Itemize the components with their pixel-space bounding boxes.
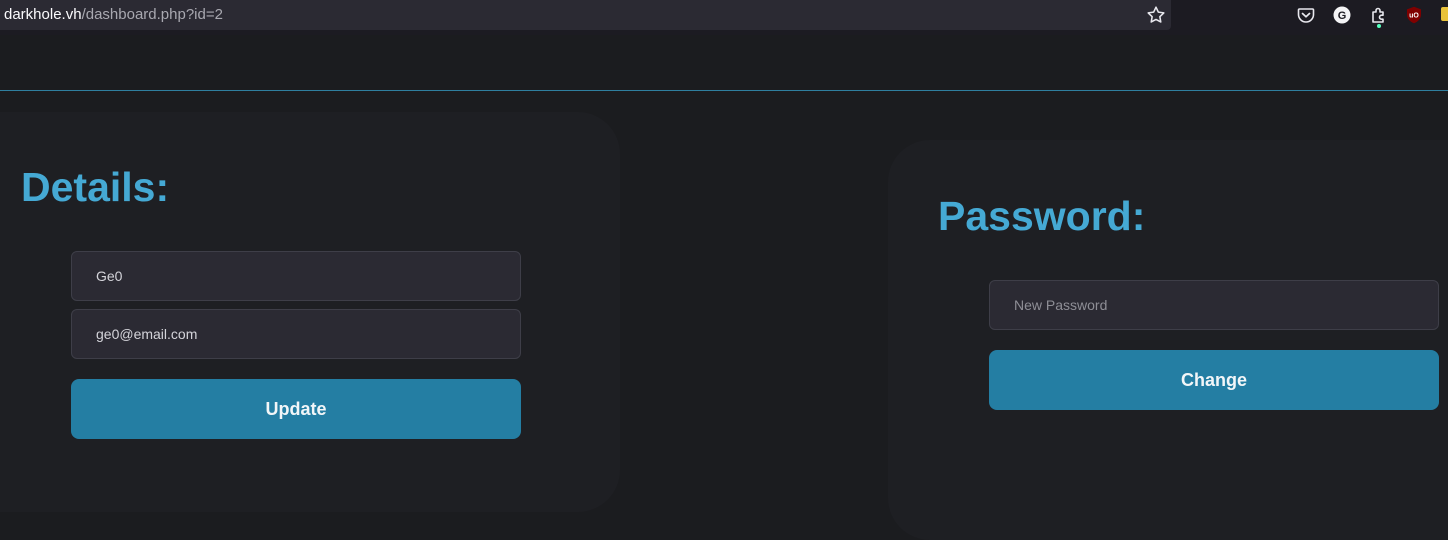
url-path: /dashboard.php?id=2 — [81, 6, 223, 23]
puzzle-icon[interactable] — [1369, 5, 1389, 25]
email-field[interactable] — [71, 309, 521, 359]
password-title: Password: — [938, 193, 1146, 239]
browser-toolbar: darkhole.vh/dashboard.php?id=2 G uO — [0, 0, 1448, 35]
change-button[interactable]: Change — [989, 350, 1439, 410]
name-field[interactable] — [71, 251, 521, 301]
ublock-origin-icon[interactable]: uO — [1404, 5, 1424, 25]
star-icon[interactable] — [1145, 4, 1167, 26]
details-title: Details: — [21, 164, 170, 210]
extension-icon[interactable] — [1440, 5, 1448, 25]
grammarly-letter: G — [1338, 10, 1347, 22]
grammarly-icon[interactable]: G — [1332, 5, 1352, 25]
new-password-field[interactable] — [989, 280, 1439, 330]
pocket-icon[interactable] — [1296, 5, 1316, 25]
url-host: darkhole.vh — [4, 6, 82, 23]
url-text[interactable]: darkhole.vh/dashboard.php?id=2 — [4, 6, 223, 24]
extension-status-dot — [1377, 24, 1381, 28]
address-bar[interactable]: darkhole.vh/dashboard.php?id=2 — [0, 0, 1171, 30]
page-header — [0, 35, 1448, 91]
ublock-letters: uO — [1409, 13, 1419, 20]
update-button[interactable]: Update — [71, 379, 521, 439]
